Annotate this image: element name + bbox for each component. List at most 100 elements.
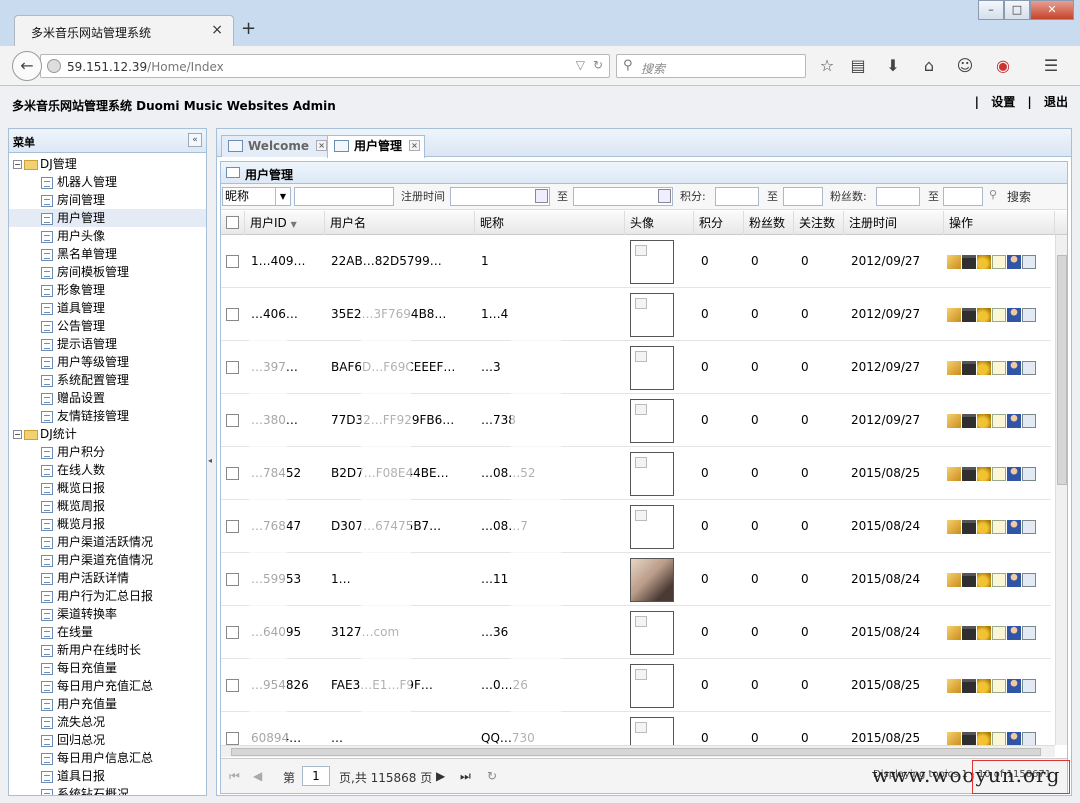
avatar[interactable] <box>630 505 674 549</box>
score-to-input[interactable] <box>783 187 823 206</box>
col-nickname[interactable]: 昵称 <box>475 211 625 235</box>
row-checkbox[interactable] <box>226 414 239 427</box>
coins-icon[interactable] <box>977 625 991 640</box>
minimize-button[interactable]: – <box>978 0 1004 20</box>
sidebar-item[interactable]: 系统配置管理 <box>9 371 206 389</box>
col-register-time[interactable]: 注册时间 <box>844 211 944 235</box>
user-icon[interactable] <box>1007 572 1021 587</box>
coins-icon[interactable] <box>977 254 991 269</box>
sidebar-item[interactable]: 用户活跃详情 <box>9 569 206 587</box>
table-row[interactable]: …76847D307…67475B7……08…70002015/08/24 <box>221 500 1051 553</box>
folder-icon[interactable] <box>962 466 976 481</box>
sidebar-item[interactable]: 形象管理 <box>9 281 206 299</box>
edit-pencil-icon[interactable] <box>947 413 961 428</box>
user-icon[interactable] <box>1007 519 1021 534</box>
next-page-icon[interactable]: ▶ <box>436 769 445 783</box>
col-user-id[interactable]: 用户ID ▼ <box>245 211 325 235</box>
music-note-icon[interactable] <box>992 254 1006 269</box>
sidebar-item[interactable]: 用户等级管理 <box>9 353 206 371</box>
coins-icon[interactable] <box>977 307 991 322</box>
row-checkbox[interactable] <box>226 732 239 745</box>
sidebar-splitter[interactable]: ◂ <box>207 128 216 796</box>
coins-icon[interactable] <box>977 413 991 428</box>
vertical-scrollbar[interactable] <box>1055 235 1067 745</box>
music-note-icon[interactable] <box>992 572 1006 587</box>
music-note-icon[interactable] <box>992 307 1006 322</box>
last-page-icon[interactable]: ⏭ <box>460 769 471 784</box>
coins-icon[interactable] <box>977 572 991 587</box>
sidebar-item[interactable]: 概览日报 <box>9 479 206 497</box>
coins-icon[interactable] <box>977 678 991 693</box>
collapse-toggle-icon[interactable]: − <box>13 160 22 169</box>
sidebar-item[interactable]: 赠品设置 <box>9 389 206 407</box>
sidebar-item[interactable]: 公告管理 <box>9 317 206 335</box>
edit-pencil-icon[interactable] <box>947 572 961 587</box>
settings-link[interactable]: 设置 <box>991 95 1015 109</box>
id-card-icon[interactable] <box>1022 731 1036 745</box>
refresh-icon[interactable]: ↻ <box>487 769 497 783</box>
avatar[interactable] <box>630 399 674 443</box>
user-icon[interactable] <box>1007 413 1021 428</box>
tab-welcome[interactable]: Welcome × <box>221 135 333 157</box>
url-bar[interactable]: 59.151.12.39/Home/Index ▽ ↻ <box>40 54 610 78</box>
close-icon[interactable]: × <box>409 140 421 151</box>
avatar[interactable] <box>630 611 674 655</box>
chevron-down-icon[interactable]: ▼ <box>275 188 290 205</box>
music-note-icon[interactable] <box>992 466 1006 481</box>
avatar[interactable] <box>630 717 674 745</box>
edit-pencil-icon[interactable] <box>947 307 961 322</box>
sidebar-item[interactable]: 在线人数 <box>9 461 206 479</box>
user-icon[interactable] <box>1007 678 1021 693</box>
sidebar-item[interactable]: 每日用户信息汇总 <box>9 749 206 767</box>
id-card-icon[interactable] <box>1022 413 1036 428</box>
sidebar-item[interactable]: 新用户在线时长 <box>9 641 206 659</box>
coins-icon[interactable] <box>977 731 991 745</box>
user-icon[interactable] <box>1007 466 1021 481</box>
search-bar[interactable]: ⚲ 搜索 <box>616 54 806 78</box>
tab-user-management[interactable]: 用户管理 × <box>327 135 426 158</box>
id-card-icon[interactable] <box>1022 625 1036 640</box>
sidebar-item[interactable]: 友情链接管理 <box>9 407 206 425</box>
id-card-icon[interactable] <box>1022 360 1036 375</box>
folder-icon[interactable] <box>962 254 976 269</box>
avatar[interactable] <box>630 664 674 708</box>
table-row[interactable]: …599531……110002015/08/24 <box>221 553 1051 606</box>
search-button[interactable]: 搜索 <box>1007 188 1031 205</box>
coins-icon[interactable] <box>977 360 991 375</box>
horizontal-scroll-thumb[interactable] <box>231 748 1041 756</box>
vertical-scroll-thumb[interactable] <box>1057 255 1067 485</box>
score-from-input[interactable] <box>715 187 759 206</box>
id-card-icon[interactable] <box>1022 466 1036 481</box>
music-note-icon[interactable] <box>992 413 1006 428</box>
music-note-icon[interactable] <box>992 360 1006 375</box>
collapse-toggle-icon[interactable]: − <box>13 430 22 439</box>
sidebar-item[interactable]: 用户行为汇总日报 <box>9 587 206 605</box>
edit-pencil-icon[interactable] <box>947 519 961 534</box>
folder-icon[interactable] <box>962 678 976 693</box>
user-icon[interactable] <box>1007 307 1021 322</box>
first-page-icon[interactable]: ⏮ <box>229 769 240 784</box>
reload-icon[interactable]: ↻ <box>593 58 603 72</box>
close-icon[interactable]: × <box>316 140 328 151</box>
row-checkbox[interactable] <box>226 467 239 480</box>
date-to-input[interactable] <box>573 187 673 206</box>
table-row[interactable]: …640953127…com…360002015/08/24 <box>221 606 1051 659</box>
sidebar-item[interactable]: 用户渠道活跃情况 <box>9 533 206 551</box>
id-card-icon[interactable] <box>1022 519 1036 534</box>
calendar-icon[interactable] <box>535 189 548 203</box>
prev-page-icon[interactable]: ◀ <box>253 769 262 783</box>
id-card-icon[interactable] <box>1022 254 1036 269</box>
keyword-input[interactable] <box>294 187 394 206</box>
back-button[interactable]: ← <box>12 51 42 81</box>
url-text[interactable]: 59.151.12.39/Home/Index <box>67 60 224 74</box>
table-row[interactable]: …78452B2D7…F08E44BE……08…520002015/08/25 <box>221 447 1051 500</box>
sidebar-item[interactable]: 系统钻石概况 <box>9 785 206 795</box>
user-icon[interactable] <box>1007 360 1021 375</box>
sidebar-item[interactable]: 房间模板管理 <box>9 263 206 281</box>
table-row[interactable]: …380…77D32…FF929FB6……7380002012/09/27 <box>221 394 1051 447</box>
table-row[interactable]: 60894……QQ…7300002015/08/25 <box>221 712 1051 745</box>
folder-icon[interactable] <box>962 572 976 587</box>
music-note-icon[interactable] <box>992 678 1006 693</box>
folder-icon[interactable] <box>962 307 976 322</box>
music-note-icon[interactable] <box>992 731 1006 745</box>
